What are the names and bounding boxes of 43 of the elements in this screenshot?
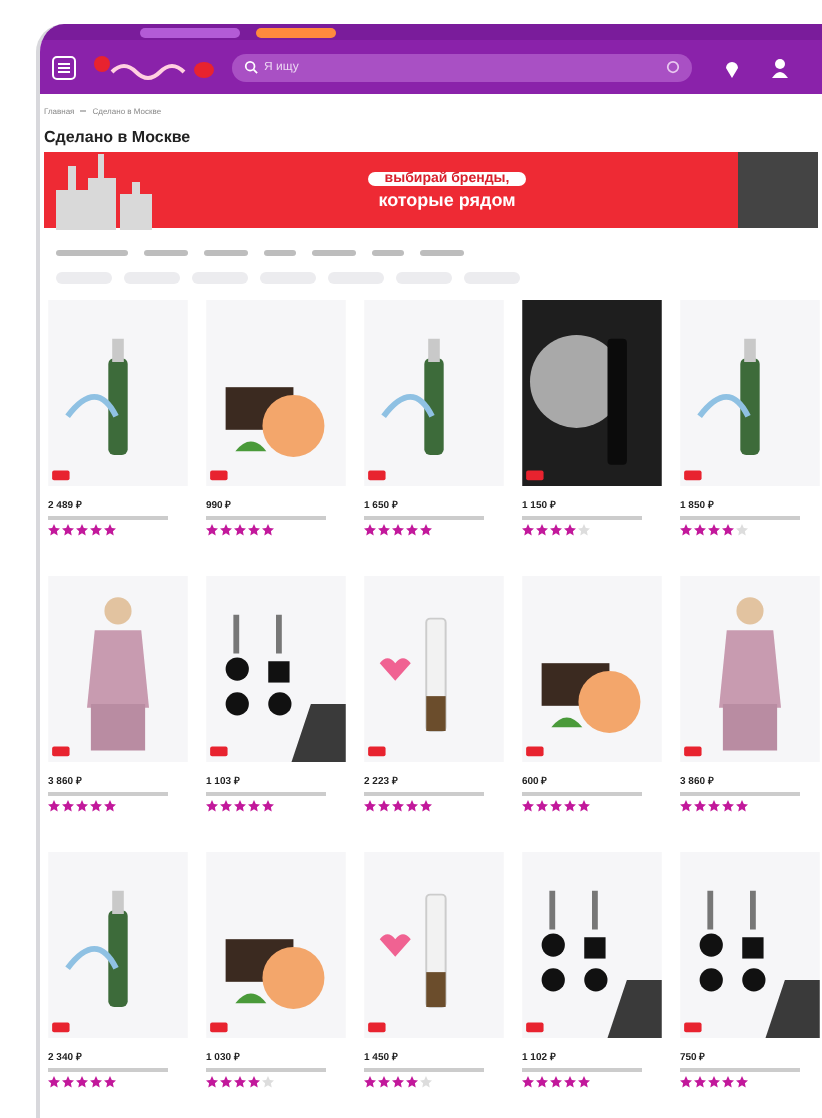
product-photo[interactable]: [522, 852, 662, 1038]
filter-dropdown[interactable]: [372, 249, 404, 255]
product-name-line[interactable]: [206, 1068, 326, 1072]
product-photo[interactable]: [522, 576, 662, 762]
page-title: Сделано в Москве: [44, 127, 191, 145]
city-skyline-icon: [56, 150, 156, 230]
filter-dropdown[interactable]: [420, 249, 464, 255]
menu-icon[interactable]: [52, 55, 76, 79]
filter-dropdown[interactable]: [204, 249, 248, 255]
promo-pill[interactable]: [256, 27, 336, 37]
circle-icon[interactable]: [666, 60, 680, 74]
filter-dropdown[interactable]: [312, 249, 356, 255]
search-icon: [244, 60, 258, 74]
product-photo[interactable]: [364, 852, 504, 1038]
product-name-line[interactable]: [206, 792, 326, 796]
product-name-line[interactable]: [364, 1068, 484, 1072]
product-photo[interactable]: [522, 300, 662, 486]
banner-headline: которые рядом: [378, 189, 516, 209]
logo-icon[interactable]: [92, 53, 216, 81]
product-name-line[interactable]: [680, 792, 800, 796]
product-name-line[interactable]: [522, 792, 642, 796]
product-name-line[interactable]: [48, 1068, 168, 1072]
product-name-line[interactable]: [522, 516, 642, 520]
filter-dropdown[interactable]: [264, 249, 296, 255]
photo-placeholder: [738, 152, 818, 228]
product-name-line[interactable]: [48, 792, 168, 796]
product-name-line[interactable]: [364, 516, 484, 520]
product-photo[interactable]: [364, 576, 504, 762]
promo-pill[interactable]: [140, 27, 240, 37]
product-name-line[interactable]: [206, 516, 326, 520]
filter-dropdown[interactable]: [56, 249, 128, 255]
product-name-line[interactable]: [680, 516, 800, 520]
product-photo[interactable]: [206, 852, 346, 1038]
product-photo[interactable]: [206, 576, 346, 762]
product-name-line[interactable]: [48, 516, 168, 520]
filter-dropdown[interactable]: [144, 249, 188, 255]
product-photo[interactable]: [680, 852, 820, 1038]
product-photo[interactable]: [206, 300, 346, 486]
product-name-line[interactable]: [364, 792, 484, 796]
location-pin-icon[interactable]: [724, 57, 740, 77]
person-icon[interactable]: [772, 57, 788, 77]
product-name-line[interactable]: [680, 1068, 800, 1072]
product-name-line[interactable]: [522, 1068, 642, 1072]
